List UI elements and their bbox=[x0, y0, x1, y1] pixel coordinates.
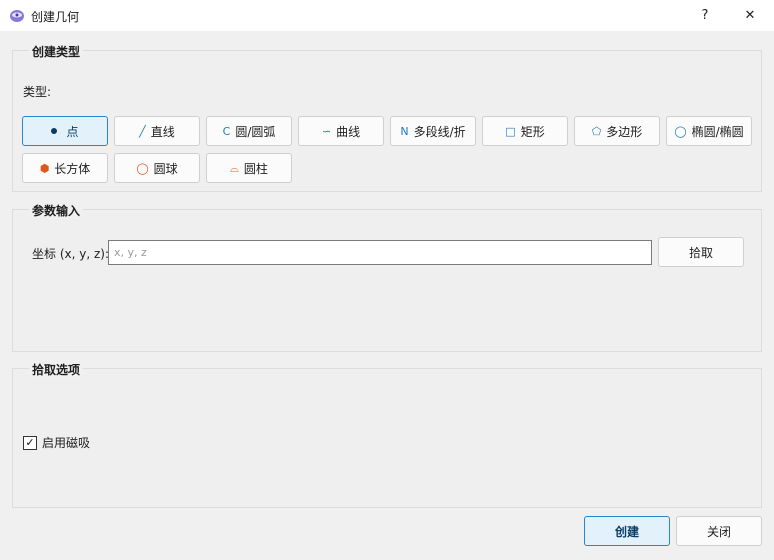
type-button-box[interactable]: ⬢ 长方体 bbox=[22, 153, 108, 183]
polygon-icon: ⬠ bbox=[591, 124, 602, 138]
parameter-input-group: 参数输入 坐标 (x, y, z): x, y, z 拾取 bbox=[12, 202, 762, 352]
type-button-label: 多段线/折 bbox=[413, 124, 466, 139]
type-button-ellipse[interactable]: ◯ 椭圆/椭圆 bbox=[666, 116, 752, 146]
type-button-label: 圆球 bbox=[153, 161, 178, 176]
type-label: 类型: bbox=[23, 85, 52, 99]
type-button-polygon[interactable]: ⬠ 多边形 bbox=[574, 116, 660, 146]
type-button-label: 圆/圆弧 bbox=[235, 124, 276, 139]
type-button-label: 圆柱 bbox=[243, 161, 268, 176]
ellipse-icon: ◯ bbox=[674, 124, 687, 138]
type-button-label: 矩形 bbox=[520, 124, 545, 139]
help-button[interactable]: ? bbox=[682, 0, 728, 31]
rectangle-icon: □ bbox=[505, 124, 516, 138]
polyline-icon: N bbox=[400, 124, 409, 138]
create-type-group: 创建类型 类型: 点 ╱ 直线 C 圆/圆弧 ∽ 曲线 N 多段线/折 □ 矩形… bbox=[12, 43, 762, 192]
group-title-parameter-input: 参数输入 bbox=[29, 202, 84, 219]
pick-button[interactable]: 拾取 bbox=[658, 237, 744, 267]
type-button-circle-arc[interactable]: C 圆/圆弧 bbox=[206, 116, 292, 146]
group-title-pick-options: 拾取选项 bbox=[29, 361, 84, 378]
coordinate-input[interactable]: x, y, z bbox=[108, 240, 652, 265]
type-button-cylinder[interactable]: ⌓ 圆柱 bbox=[206, 153, 292, 183]
app-icon bbox=[10, 10, 24, 22]
checkbox-checked-icon: ✓ bbox=[23, 435, 37, 450]
type-button-point[interactable]: 点 bbox=[22, 116, 108, 146]
curve-icon: ∽ bbox=[321, 124, 332, 138]
sphere-icon: ◯ bbox=[136, 161, 149, 175]
create-geometry-dialog: 创建几何 ? ✕ 创建类型 类型: 点 ╱ 直线 C 圆/圆弧 ∽ 曲线 N 多… bbox=[0, 0, 774, 560]
box-icon: ⬢ bbox=[39, 161, 50, 175]
type-button-label: 长方体 bbox=[54, 161, 91, 176]
group-title-create-type: 创建类型 bbox=[29, 43, 84, 60]
type-button-label: 多边形 bbox=[606, 124, 643, 139]
help-icon: ? bbox=[701, 8, 709, 23]
arc-icon: C bbox=[222, 124, 231, 138]
close-dialog-button[interactable]: 关闭 bbox=[676, 516, 762, 546]
type-button-label: 直线 bbox=[150, 124, 175, 139]
title-bar: 创建几何 ? ✕ bbox=[0, 0, 774, 31]
type-button-label: 椭圆/椭圆 bbox=[691, 124, 744, 139]
type-button-label: 点 bbox=[66, 124, 79, 139]
type-button-rectangle[interactable]: □ 矩形 bbox=[482, 116, 568, 146]
type-button-sphere[interactable]: ◯ 圆球 bbox=[114, 153, 200, 183]
cylinder-icon: ⌓ bbox=[230, 161, 239, 175]
pick-options-group: 拾取选项 ✓ 启用磁吸 bbox=[12, 361, 762, 508]
point-icon bbox=[51, 128, 58, 134]
window-title: 创建几何 bbox=[31, 10, 80, 24]
type-button-curve[interactable]: ∽ 曲线 bbox=[298, 116, 384, 146]
enable-snap-checkbox[interactable]: ✓ 启用磁吸 bbox=[23, 434, 90, 451]
line-icon: ╱ bbox=[139, 124, 146, 138]
type-button-label: 曲线 bbox=[336, 124, 361, 139]
create-button[interactable]: 创建 bbox=[584, 516, 670, 546]
close-button[interactable]: ✕ bbox=[727, 0, 773, 31]
close-icon: ✕ bbox=[744, 8, 756, 23]
type-button-line[interactable]: ╱ 直线 bbox=[114, 116, 200, 146]
type-button-polyline[interactable]: N 多段线/折 bbox=[390, 116, 476, 146]
coordinate-label: 坐标 (x, y, z): bbox=[32, 247, 109, 261]
enable-snap-label: 启用磁吸 bbox=[42, 436, 91, 450]
